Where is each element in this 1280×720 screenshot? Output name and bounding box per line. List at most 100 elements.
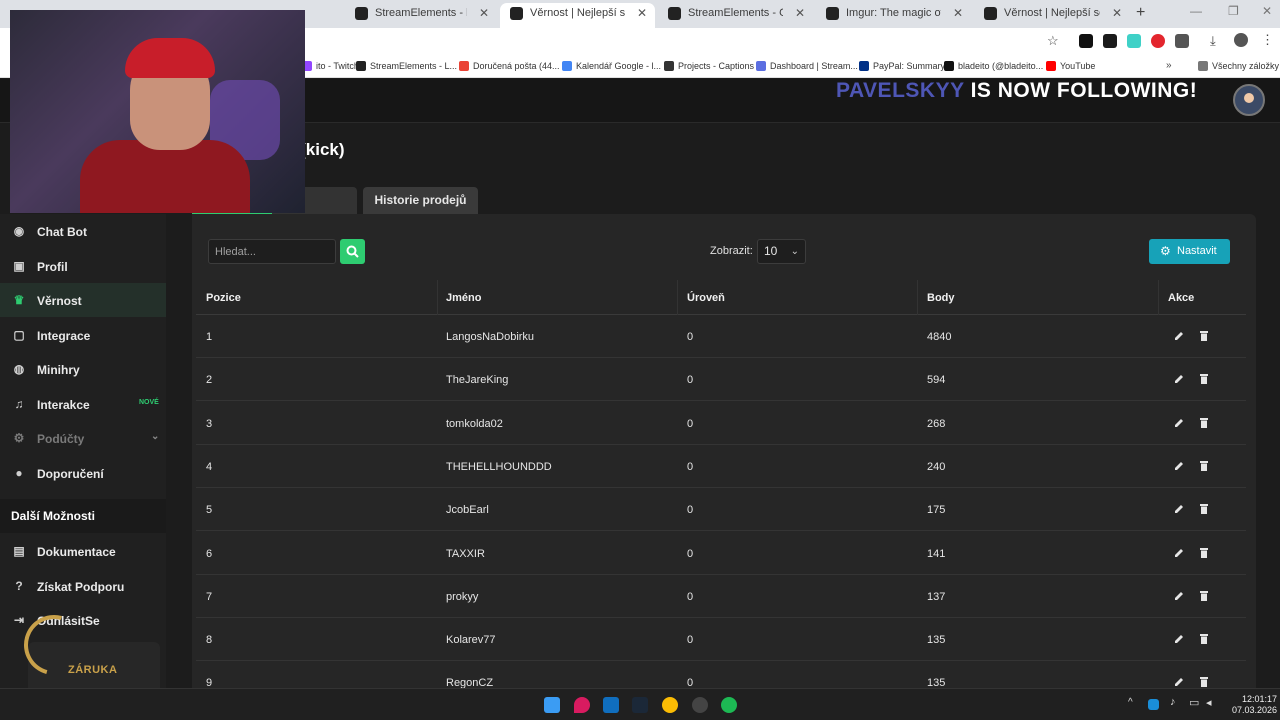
bookmark-item[interactable]: Dashboard | Stream... <box>756 61 858 71</box>
column-header[interactable]: Pozice <box>206 292 241 304</box>
bookmark-label: Projects - Captions <box>678 61 755 71</box>
close-window-icon[interactable]: ✕ <box>1262 4 1272 18</box>
app-icon[interactable] <box>574 697 590 713</box>
cell-points: 4840 <box>927 331 952 343</box>
bookmark-favicon-icon <box>562 61 572 71</box>
bookmark-item[interactable]: YouTube <box>1046 61 1095 71</box>
settings-button[interactable]: ⚙ Nastavit <box>1149 239 1230 264</box>
edit-pencil-icon[interactable] <box>1173 589 1185 603</box>
table-row: 3 tomkolda02 0 268 <box>196 402 1246 445</box>
edit-pencil-icon[interactable] <box>1173 632 1185 646</box>
sidebar-section-title: Další Možnosti <box>11 509 96 523</box>
bookmark-favicon-icon <box>664 61 674 71</box>
steam-icon[interactable] <box>632 697 648 713</box>
browser-tab[interactable]: StreamElements - bladeito ✕ <box>345 3 497 28</box>
minimize-icon[interactable]: — <box>1190 4 1202 18</box>
edit-pencil-icon[interactable] <box>1173 502 1185 516</box>
sidebar-item-v-rnost[interactable]: ♛ Věrnost <box>0 283 166 317</box>
new-tab-button[interactable]: + <box>1136 4 1145 22</box>
chevron-up-icon[interactable]: ^ <box>1128 697 1133 708</box>
page-size-select[interactable]: 10 ⌄ <box>757 239 806 264</box>
sidebar-item-minihry[interactable]: ◍ Minihry <box>0 352 166 386</box>
tab-sales-history[interactable]: Historie prodejů <box>363 187 478 214</box>
delete-trash-icon[interactable] <box>1198 416 1210 430</box>
system-clock[interactable]: 12:01:17 07.03.2026 <box>1232 694 1277 716</box>
edit-pencil-icon[interactable] <box>1173 329 1185 343</box>
delete-trash-icon[interactable] <box>1198 675 1210 688</box>
chrome-icon[interactable] <box>662 697 678 713</box>
bookmark-favicon-icon <box>356 61 366 71</box>
spotify-icon[interactable] <box>721 697 737 713</box>
edit-pencil-icon[interactable] <box>1173 546 1185 560</box>
profile-avatar-icon[interactable] <box>1234 33 1248 47</box>
microphone-icon[interactable]: ♪ <box>1170 696 1176 708</box>
column-header[interactable]: Body <box>927 292 955 304</box>
streamelements-icon <box>355 7 368 20</box>
all-bookmarks-folder[interactable]: Všechny záložky <box>1198 61 1279 71</box>
edit-pencil-icon[interactable] <box>1173 459 1185 473</box>
extension-icon[interactable] <box>1103 34 1117 48</box>
edit-pencil-icon[interactable] <box>1173 372 1185 386</box>
delete-trash-icon[interactable] <box>1198 632 1210 646</box>
bookmark-item[interactable]: PayPal: Summary <box>859 61 945 71</box>
tray-icon[interactable] <box>1148 699 1159 710</box>
bookmark-item[interactable]: Kalendář Google - l... <box>562 61 661 71</box>
puzzle-icon[interactable] <box>1175 34 1189 48</box>
cell-position: 8 <box>206 634 213 647</box>
robot-icon: ◉ <box>13 224 25 238</box>
sidebar-item-doporu-en-[interactable]: ● Doporučení <box>0 456 166 490</box>
edit-pencil-icon[interactable] <box>1173 416 1185 430</box>
sidebar-item-chat-bot[interactable]: ◉ Chat Bot <box>0 214 166 248</box>
download-icon[interactable]: ⤓ <box>1210 33 1216 49</box>
browser-tab[interactable]: Imgur: The magic of the Intern ✕ <box>816 3 971 28</box>
extension-icon[interactable] <box>1127 34 1141 48</box>
bookmark-item[interactable]: Doručená pošta (44... <box>459 61 560 71</box>
bookmark-label: PayPal: Summary <box>873 61 946 71</box>
sidebar-item-profil[interactable]: ▣ Profil <box>0 249 166 283</box>
bookmark-item[interactable]: ito - Twitch <box>302 61 359 71</box>
cell-points: 594 <box>927 374 946 387</box>
extension-icon[interactable] <box>1151 34 1165 48</box>
plug-icon: ▢ <box>13 328 25 342</box>
maximize-icon[interactable]: ❐ <box>1228 4 1239 18</box>
close-tab-icon[interactable]: ✕ <box>795 3 805 24</box>
column-header[interactable]: Jméno <box>446 292 481 304</box>
search-button[interactable] <box>340 239 365 264</box>
sidebar-item-dokumentace[interactable]: ▤ Dokumentace <box>0 534 166 568</box>
sidebar-item-interakce[interactable]: ♫ Interakce NOVÉ <box>0 387 166 421</box>
user-avatar[interactable] <box>1233 84 1265 116</box>
sidebar-item-pod-ty[interactable]: ⚙ Podúčty ⌄ <box>0 421 166 455</box>
extension-icon[interactable] <box>1079 34 1093 48</box>
close-tab-icon[interactable]: ✕ <box>1112 3 1122 24</box>
sidebar-item-z-skat-podporu[interactable]: ? Získat Podporu <box>0 569 166 603</box>
bookmark-item[interactable]: StreamElements - L... <box>356 61 457 71</box>
edit-pencil-icon[interactable] <box>1173 675 1185 688</box>
column-header[interactable]: Úroveň <box>687 292 725 304</box>
delete-trash-icon[interactable] <box>1198 546 1210 560</box>
more-bookmarks-icon[interactable]: » <box>1166 60 1172 71</box>
browser-tab[interactable]: StreamElements - Overlays ✕ <box>658 3 813 28</box>
delete-trash-icon[interactable] <box>1198 372 1210 386</box>
close-tab-icon[interactable]: ✕ <box>479 3 489 24</box>
xbox-icon[interactable] <box>603 697 619 713</box>
sidebar-item-odhl-sitse[interactable]: ⇥ OdhlásitSe <box>0 603 166 637</box>
delete-trash-icon[interactable] <box>1198 589 1210 603</box>
table-row: 2 TheJareKing 0 594 <box>196 358 1246 402</box>
browser-tab[interactable]: Věrnost | Nejlepší software pro ✕ <box>500 3 655 28</box>
bookmark-star-icon[interactable]: ☆ <box>1047 33 1059 49</box>
close-tab-icon[interactable]: ✕ <box>637 3 647 24</box>
start-icon[interactable] <box>544 697 560 713</box>
bookmark-item[interactable]: Projects - Captions <box>664 61 754 71</box>
obs-icon[interactable] <box>692 697 708 713</box>
monitor-icon[interactable]: ▭ <box>1189 696 1199 709</box>
close-tab-icon[interactable]: ✕ <box>953 3 963 24</box>
delete-trash-icon[interactable] <box>1198 329 1210 343</box>
sidebar-item-integrace[interactable]: ▢ Integrace <box>0 318 166 352</box>
delete-trash-icon[interactable] <box>1198 459 1210 473</box>
browser-tab[interactable]: Věrnost | Nejlepší software pro ✕ <box>974 3 1130 28</box>
delete-trash-icon[interactable] <box>1198 502 1210 516</box>
volume-icon[interactable]: ◂ <box>1206 696 1212 709</box>
bookmark-item[interactable]: bladeito (@bladeito... <box>944 61 1043 71</box>
menu-dots-icon[interactable]: ⋮ <box>1261 32 1274 48</box>
search-input[interactable] <box>208 239 336 264</box>
